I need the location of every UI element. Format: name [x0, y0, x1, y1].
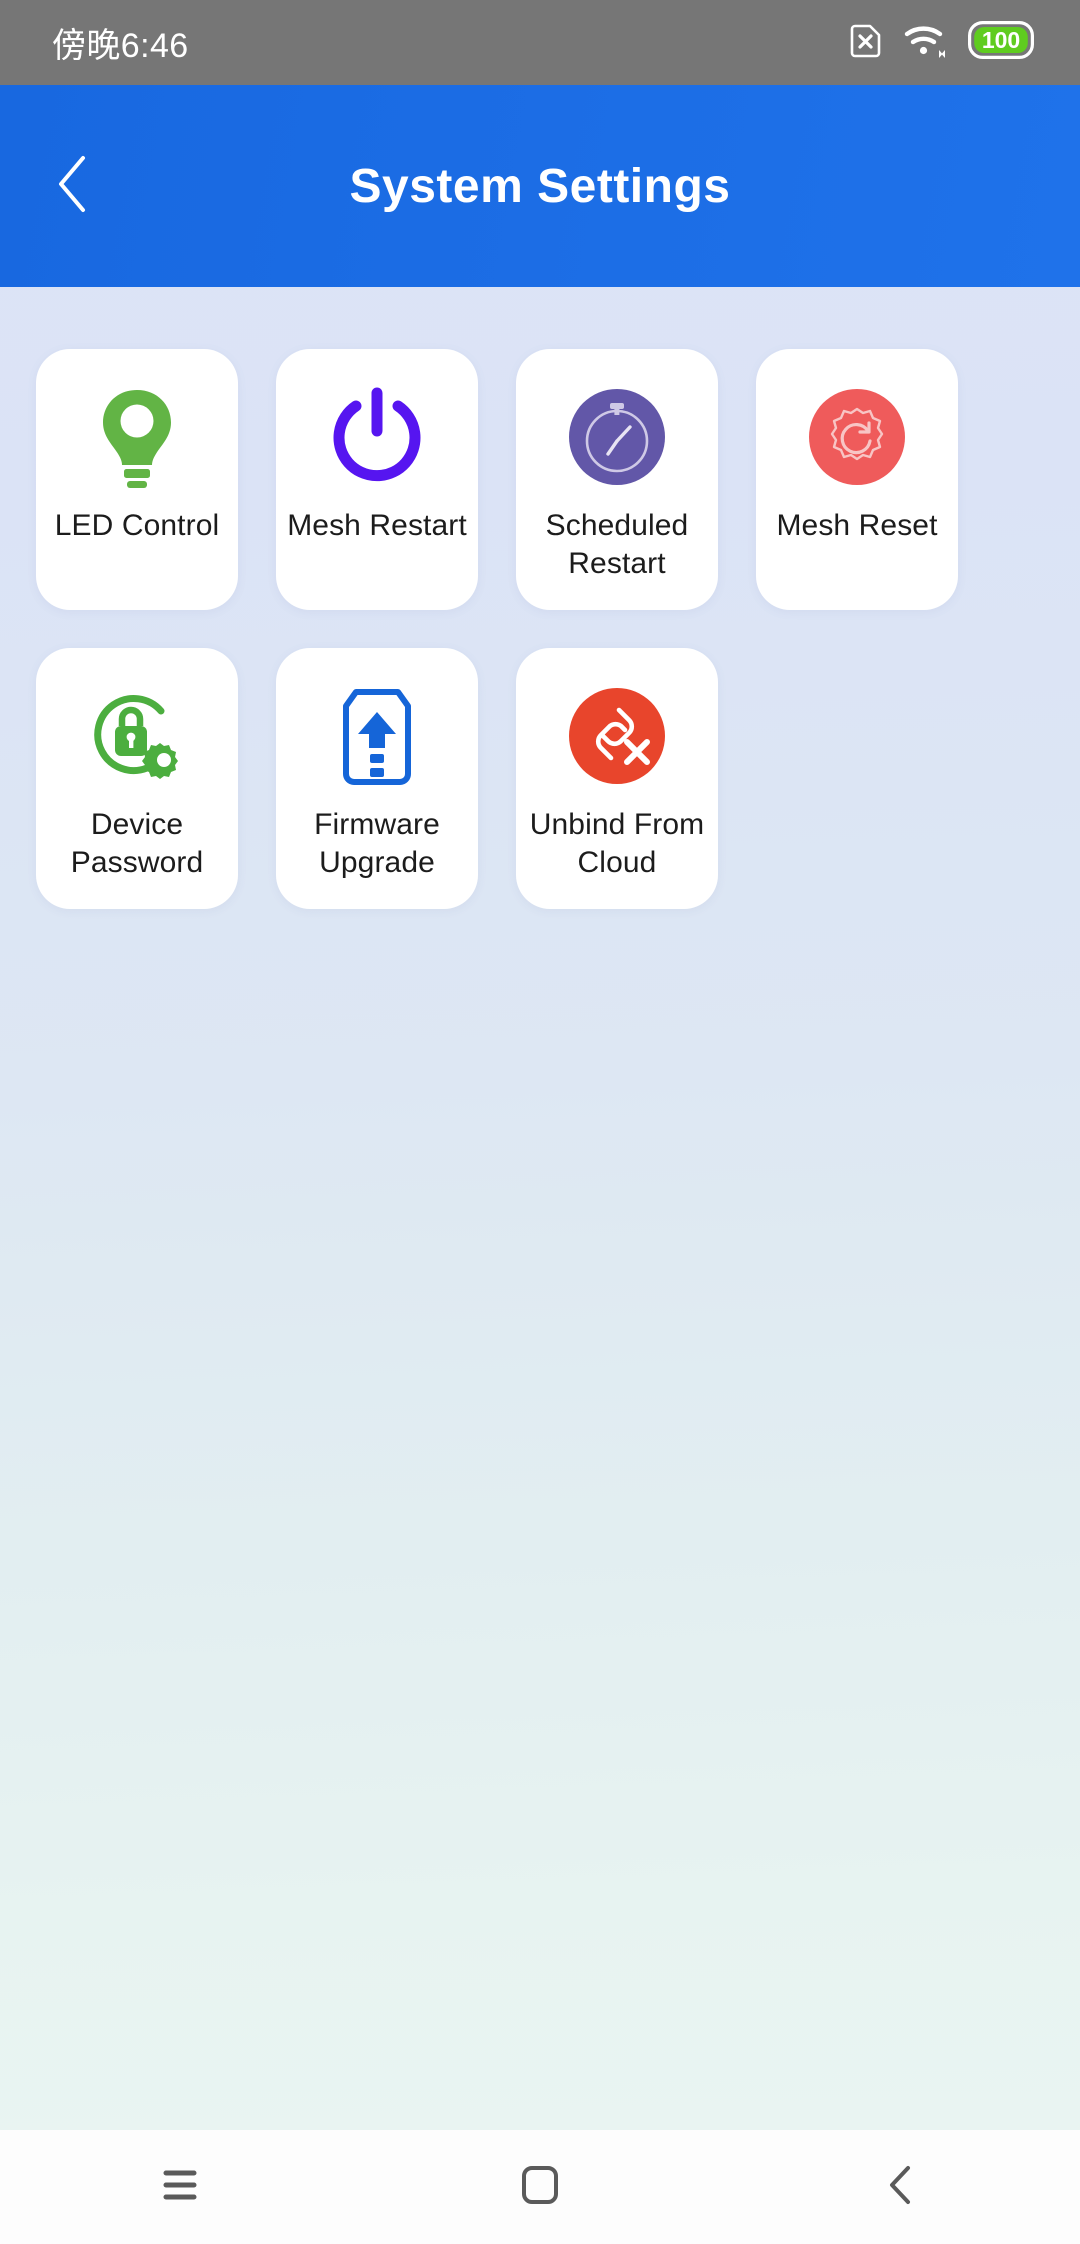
power-icon: [323, 383, 431, 491]
nav-back-button[interactable]: [810, 2130, 990, 2244]
stopwatch-icon: [563, 383, 671, 491]
sim-card-off-icon: [848, 23, 882, 64]
status-bar: 傍晚6:46 100: [0, 0, 1080, 85]
home-square-icon: [519, 2164, 561, 2211]
tile-label: Mesh Reset: [776, 509, 938, 542]
page-title: System Settings: [349, 159, 731, 213]
lock-gear-icon: [83, 682, 191, 790]
tile-label: Device Password: [70, 807, 204, 880]
tile-label: Firmware Upgrade: [314, 807, 440, 880]
chevron-left-icon: [884, 2164, 916, 2211]
tile-mesh-restart[interactable]: Mesh Restart: [276, 349, 478, 610]
status-time: 傍晚6:46: [52, 27, 189, 65]
header-back-button[interactable]: [30, 143, 116, 229]
system-nav-bar: [0, 2130, 1080, 2244]
broken-link-icon: [563, 682, 671, 790]
tile-scheduled-restart[interactable]: Scheduled Restart: [516, 349, 718, 610]
tile-led-control[interactable]: LED Control: [36, 349, 238, 610]
tile-label: Mesh Restart: [287, 509, 467, 542]
tile-unbind-from-cloud[interactable]: Unbind From Cloud: [516, 647, 718, 909]
status-icons: 100: [848, 21, 1034, 64]
battery-icon: 100: [968, 21, 1034, 64]
tile-label: Scheduled Restart: [545, 509, 689, 581]
menu-icon: [158, 2166, 202, 2209]
gear-reset-icon: [803, 383, 911, 491]
nav-recents-button[interactable]: [90, 2130, 270, 2244]
tile-mesh-reset[interactable]: Mesh Reset: [756, 349, 958, 610]
tile-label: Unbind From Cloud: [529, 807, 705, 880]
tile-label: LED Control: [54, 509, 220, 542]
settings-grid: LED Control Mesh Restart Scheduled Resta…: [0, 287, 1080, 909]
chevron-left-icon: [51, 153, 95, 220]
wifi-icon: [904, 23, 946, 64]
battery-level-text: 100: [981, 26, 1021, 53]
tile-device-password[interactable]: Device Password: [36, 647, 238, 909]
nav-home-button[interactable]: [450, 2130, 630, 2244]
lightbulb-icon: [83, 383, 191, 491]
tile-firmware-upgrade[interactable]: Firmware Upgrade: [276, 647, 478, 909]
firmware-upload-icon: [323, 682, 431, 790]
app-header: System Settings: [0, 85, 1080, 287]
